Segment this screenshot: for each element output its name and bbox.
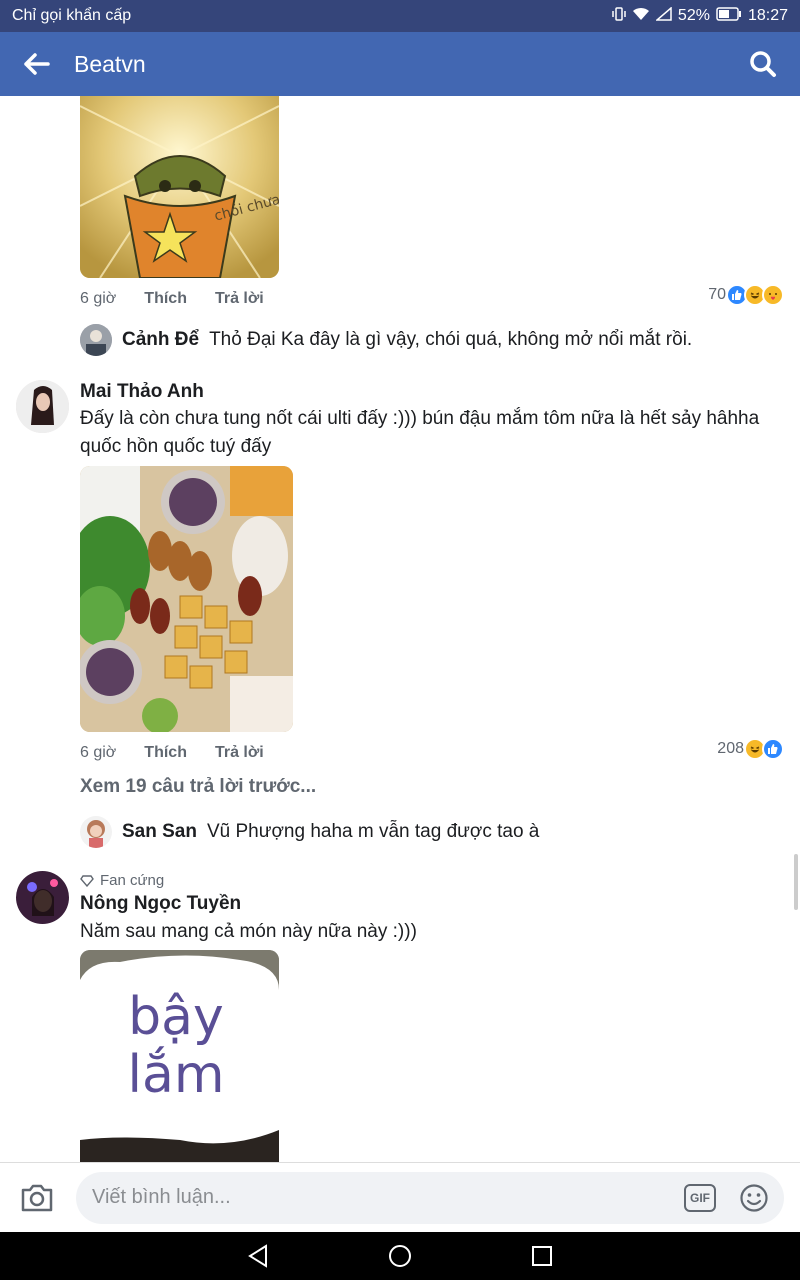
reply-preview[interactable]: Cảnh Để Thỏ Đại Ka đây là gì vậy, chói q… bbox=[80, 324, 692, 356]
comment-image-sticker[interactable]: chói chưa? bbox=[80, 96, 279, 278]
comment-author[interactable]: Nông Ngọc Tuyền bbox=[80, 893, 241, 915]
comment-actions: 6 giờ Thích Trả lời bbox=[80, 744, 264, 762]
comment-time: 6 giờ bbox=[80, 290, 117, 307]
comment-text: Đấy là còn chưa tung nốt cái ulti đấy :)… bbox=[80, 408, 760, 457]
comment-author[interactable]: Mai Thảo Anh bbox=[80, 381, 204, 403]
nav-back-button[interactable] bbox=[242, 1240, 274, 1272]
nav-recents-button[interactable] bbox=[526, 1240, 558, 1272]
fan-badge: Fan cứng bbox=[80, 872, 164, 889]
view-previous-replies[interactable]: Xem 19 câu trả lời trước... bbox=[80, 776, 316, 798]
gif-button[interactable]: GIF bbox=[684, 1183, 716, 1212]
avatar[interactable] bbox=[16, 871, 69, 924]
reply-author[interactable]: San San bbox=[122, 821, 197, 843]
fan-badge-label: Fan cứng bbox=[100, 872, 165, 889]
comment-input[interactable] bbox=[92, 1186, 684, 1209]
reaction-summary[interactable]: 70 bbox=[708, 284, 784, 306]
back-button[interactable] bbox=[0, 32, 74, 96]
wifi-icon bbox=[632, 7, 650, 26]
battery-percent: 52% bbox=[677, 7, 710, 24]
comment-text: Năm sau mang cả món này nữa này :))) bbox=[80, 921, 417, 942]
reply-link[interactable]: Trả lời bbox=[215, 744, 264, 762]
reply-link[interactable]: Trả lời bbox=[215, 290, 264, 308]
food-image bbox=[80, 466, 293, 732]
comments-list[interactable]: chói chưa? 6 giờ Thích Trả lời 70 Cảnh Đ… bbox=[0, 96, 800, 1162]
reply-text: Vũ Phượng haha m vẫn tag được tao à bbox=[206, 821, 540, 842]
circle-home-icon bbox=[389, 1245, 411, 1267]
status-bar: Chỉ gọi khẩn cấp 52% 18:27 bbox=[0, 0, 800, 32]
camera-icon bbox=[21, 1184, 53, 1211]
camera-button[interactable] bbox=[16, 1177, 58, 1219]
search-button[interactable] bbox=[726, 32, 800, 96]
comment-time: 6 giờ bbox=[80, 744, 117, 761]
carrier-text: Chỉ gọi khẩn cấp bbox=[12, 7, 132, 24]
reply-text: Thỏ Đại Ka đây là gì vậy, chói quá, khôn… bbox=[209, 329, 693, 350]
avatar[interactable] bbox=[80, 816, 112, 848]
avatar[interactable] bbox=[16, 380, 69, 433]
like-link[interactable]: Thích bbox=[144, 290, 187, 308]
comment-actions: 6 giờ Thích Trả lời bbox=[80, 290, 264, 308]
page-title: Beatvn bbox=[74, 50, 146, 77]
search-icon bbox=[750, 51, 776, 77]
app-header: Beatvn bbox=[0, 32, 800, 96]
like-link[interactable]: Thích bbox=[144, 744, 187, 762]
battery-icon bbox=[716, 6, 742, 26]
sticker-image: chói chưa? bbox=[80, 96, 279, 278]
love-icon bbox=[762, 284, 784, 306]
reply-author[interactable]: Cảnh Để bbox=[122, 329, 199, 351]
avatar[interactable] bbox=[80, 324, 112, 356]
censor-overlay-text: bậy lắm bbox=[127, 987, 225, 1105]
back-arrow-icon bbox=[24, 53, 50, 75]
diamond-icon bbox=[80, 874, 94, 887]
triangle-back-icon bbox=[248, 1244, 267, 1268]
signal-icon bbox=[654, 5, 672, 26]
comment-composer: GIF bbox=[0, 1162, 800, 1232]
comment-box[interactable]: GIF bbox=[76, 1171, 784, 1224]
system-nav-bar bbox=[0, 1232, 800, 1280]
clock: 18:27 bbox=[747, 7, 788, 24]
reaction-count: 70 bbox=[708, 286, 726, 303]
square-recents-icon bbox=[532, 1246, 552, 1266]
status-icons: 52% 18:27 bbox=[612, 5, 788, 27]
nav-home-button[interactable] bbox=[384, 1240, 416, 1272]
scrollbar[interactable] bbox=[794, 854, 798, 910]
comment-image-food[interactable] bbox=[80, 466, 293, 732]
reaction-summary[interactable]: 208 bbox=[717, 738, 784, 760]
comment-image-censored[interactable]: bậy lắm bbox=[80, 950, 279, 1162]
emoji-button[interactable] bbox=[738, 1182, 770, 1214]
smiley-icon bbox=[740, 1183, 768, 1212]
like-icon bbox=[762, 738, 784, 760]
vibrate-icon bbox=[612, 6, 626, 27]
reply-preview[interactable]: San San Vũ Phượng haha m vẫn tag được ta… bbox=[80, 816, 539, 848]
reaction-count: 208 bbox=[717, 740, 744, 757]
